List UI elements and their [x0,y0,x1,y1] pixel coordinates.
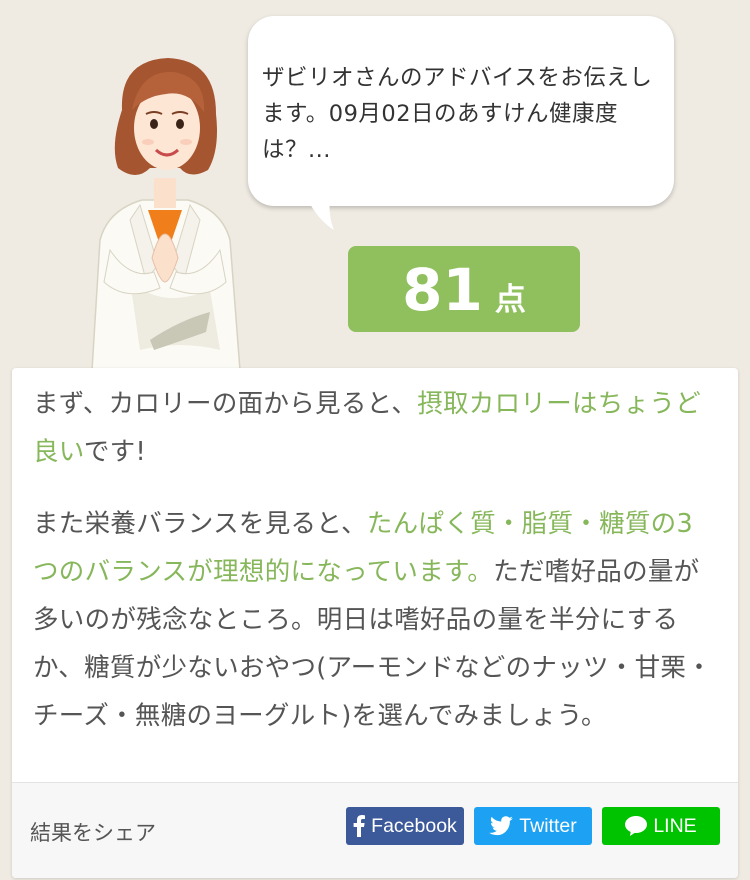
twitter-share-button[interactable]: Twitter [474,807,592,845]
calorie-advice-end: です! [83,437,146,467]
health-score-badge: 81 点 [348,246,580,332]
calorie-advice: まず、カロリーの面から見ると、摂取カロリーはちょうど良いです! [33,380,718,476]
score-unit: 点 [494,282,526,318]
line-share-button[interactable]: LINE [602,807,720,845]
share-footer: 結果をシェア Facebook Twitter LINE [12,782,738,878]
line-label: LINE [653,814,697,837]
speech-bubble-tail [308,196,334,230]
twitter-label: Twitter [519,814,577,837]
calorie-advice-intro: まず、カロリーの面から見ると、 [33,389,418,419]
facebook-label: Facebook [371,814,457,837]
score-value: 81 [402,256,483,324]
twitter-bird-icon [489,816,514,836]
facebook-icon [353,815,366,837]
nutrition-advice-intro: また栄養バランスを見ると、 [33,509,367,539]
share-label: 結果をシェア [30,821,156,845]
advice-screen: ザビリオさんのアドバイスをお伝えします。09月02日のあすけん健康度は？... … [0,0,750,880]
facebook-share-button[interactable]: Facebook [346,807,464,845]
line-chat-icon [625,816,648,836]
advisor-character [91,58,241,370]
advice-card: まず、カロリーの面から見ると、摂取カロリーはちょうど良いです! また栄養バランス… [12,368,738,878]
nutrition-advice: また栄養バランスを見ると、たんぱく質・脂質・糖質の3つのバランスが理想的になって… [33,500,718,740]
speech-bubble: ザビリオさんのアドバイスをお伝えします。09月02日のあすけん健康度は？... [248,16,674,206]
speech-text: ザビリオさんのアドバイスをお伝えします。09月02日のあすけん健康度は？... [262,65,653,163]
